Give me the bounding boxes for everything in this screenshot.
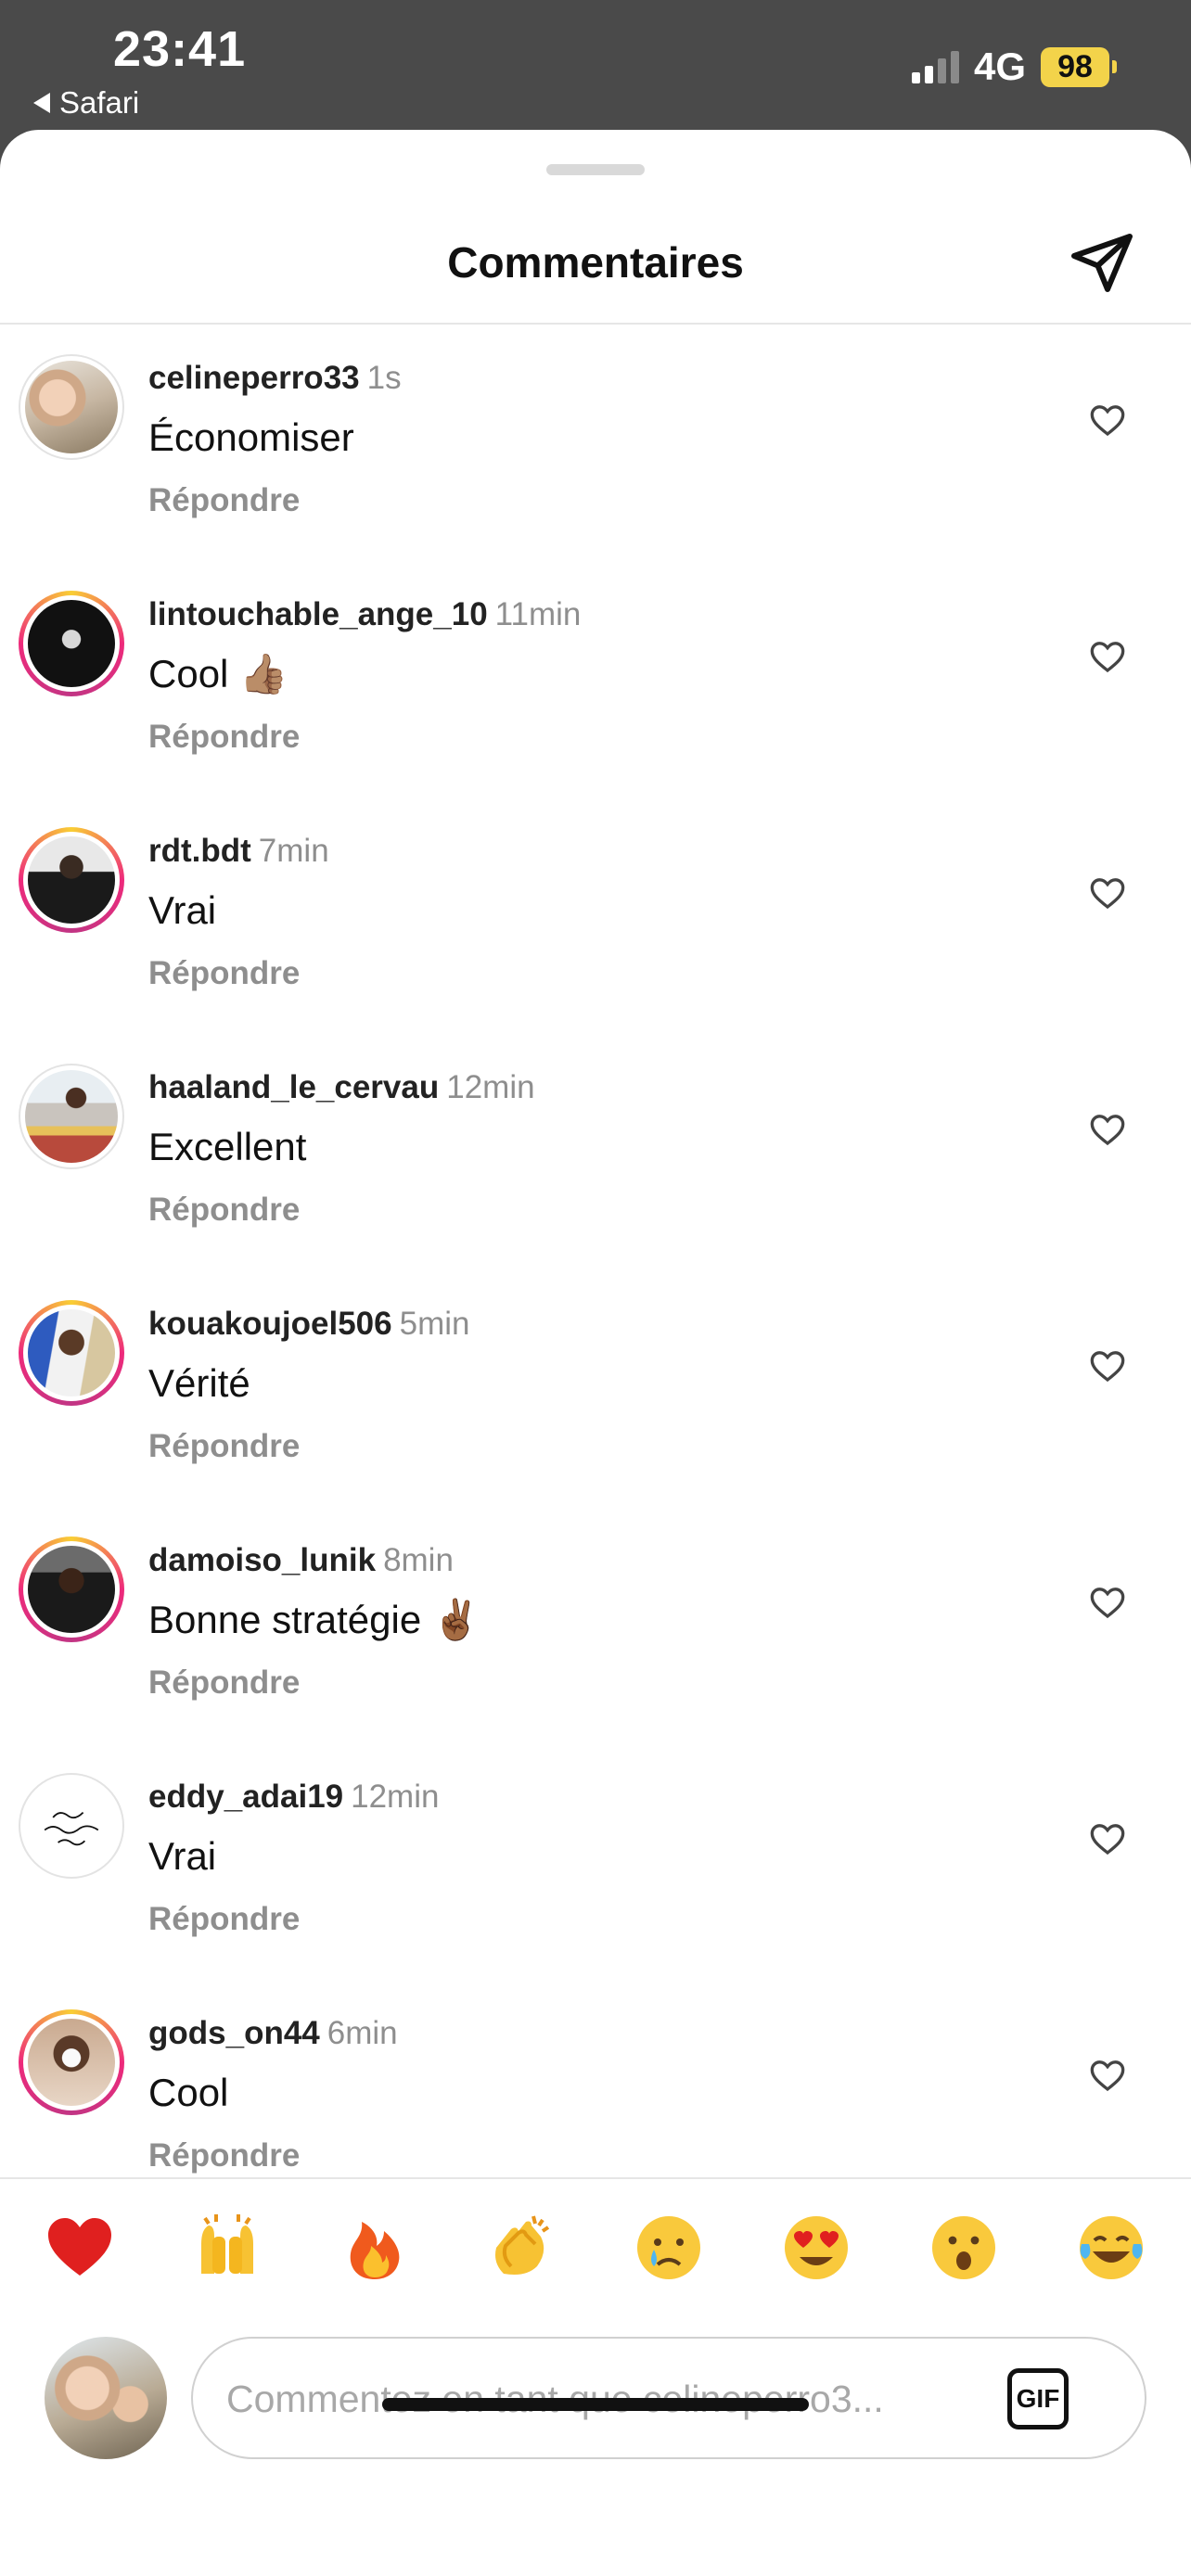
reply-button[interactable]: Répondre [148, 955, 300, 992]
like-heart-icon[interactable] [1089, 1821, 1126, 1856]
comment-text: Vrai [148, 888, 217, 932]
comment-avatar[interactable] [19, 1537, 124, 1642]
fire-emoji[interactable] [338, 2211, 412, 2285]
raising-hands-emoji[interactable] [190, 2211, 264, 2285]
comment-item: damoiso_lunik 8min Bonne stratégie ✌🏾 Rép… [0, 1509, 1191, 1745]
network-type: 4G [973, 45, 1026, 88]
like-heart-icon[interactable] [1089, 1348, 1126, 1384]
like-heart-icon[interactable] [1089, 2058, 1126, 2093]
reply-button[interactable]: Répondre [148, 2137, 300, 2174]
status-time: 23:41 [113, 21, 247, 77]
reply-button[interactable]: Répondre [148, 1901, 300, 1938]
comment-time: 8min [383, 1542, 454, 1578]
comment-item: celineperro33 1s Économiser Répondre [0, 326, 1191, 563]
status-bar: 23:41 Safari 4G 98 [0, 0, 1191, 130]
reply-button[interactable]: Répondre [148, 1192, 300, 1229]
comment-text: Vrai [148, 1834, 217, 1878]
comment-avatar[interactable] [19, 827, 124, 933]
reply-button[interactable]: Répondre [148, 1664, 300, 1702]
sheet-header: Commentaires [0, 204, 1191, 325]
heart-emoji[interactable] [43, 2211, 117, 2285]
comment-username[interactable]: gods_on44 [148, 2015, 320, 2051]
battery-level: 98 [1041, 46, 1109, 87]
comment-time: 5min [399, 1306, 470, 1342]
comment-username[interactable]: lintouchable_ange_10 [148, 596, 488, 632]
comment-item: kouakoujoel506 5min Vérité Répondre [0, 1272, 1191, 1509]
like-heart-icon[interactable] [1089, 1585, 1126, 1620]
comment-composer: Commentez en tant que celineperro3... GI… [0, 2316, 1191, 2465]
comment-avatar[interactable] [19, 1773, 124, 1879]
comment-avatar[interactable] [19, 2009, 124, 2115]
comment-avatar[interactable] [19, 1064, 124, 1169]
home-indicator[interactable] [382, 2398, 809, 2411]
comment-username[interactable]: kouakoujoel506 [148, 1306, 392, 1342]
current-user-avatar [45, 2337, 167, 2459]
comment-time: 11min [494, 596, 582, 632]
like-heart-icon[interactable] [1089, 402, 1126, 438]
comment-time: 12min [446, 1069, 535, 1105]
back-to-safari[interactable]: Safari [33, 85, 139, 121]
back-label: Safari [59, 85, 140, 120]
back-arrow-icon [33, 93, 50, 113]
comment-username[interactable]: celineperro33 [148, 360, 360, 396]
comment-text: Excellent [148, 1125, 307, 1168]
clapping-emoji[interactable] [485, 2211, 559, 2285]
heart-eyes-emoji[interactable] [779, 2211, 853, 2285]
script-logo-icon [44, 1811, 99, 1846]
comment-text: Vérité [148, 1361, 250, 1405]
comment-text: Bonne stratégie ✌🏾 [148, 1598, 481, 1641]
comments-list[interactable]: celineperro33 1s Économiser Répondre lint… [0, 326, 1191, 2190]
comment-item: rdt.bdt 7min Vrai Répondre [0, 799, 1191, 1036]
comments-sheet: Commentaires celineperro33 1s Économiser … [0, 130, 1191, 2576]
surprised-emoji[interactable] [927, 2211, 1001, 2285]
gif-button[interactable]: GIF [1007, 2368, 1069, 2429]
comment-text: Économiser [148, 415, 354, 459]
status-indicators: 4G 98 [911, 45, 1117, 89]
comment-item: haaland_le_cervau 12min Excellent Répondr… [0, 1036, 1191, 1272]
comment-text: Cool 👍🏽 [148, 652, 288, 695]
comment-avatar[interactable] [19, 1300, 124, 1406]
comment-text: Cool [148, 2071, 229, 2114]
reply-button[interactable]: Répondre [148, 482, 300, 519]
comment-time: 7min [258, 833, 329, 869]
emoji-quick-bar [0, 2177, 1191, 2316]
comment-time: 6min [327, 2015, 398, 2051]
sheet-title: Commentaires [447, 238, 744, 287]
comment-item: lintouchable_ange_10 11min Cool 👍🏽 Répond… [0, 563, 1191, 799]
like-heart-icon[interactable] [1089, 1112, 1126, 1147]
reply-button[interactable]: Répondre [148, 719, 300, 756]
like-heart-icon[interactable] [1089, 639, 1126, 674]
like-heart-icon[interactable] [1089, 875, 1126, 911]
send-icon[interactable] [1069, 228, 1135, 295]
comment-username[interactable]: damoiso_lunik [148, 1542, 376, 1578]
crying-emoji[interactable] [632, 2211, 706, 2285]
comment-time: 1s [366, 360, 402, 396]
comment-item: eddy_adai19 12min Vrai Répondre [0, 1745, 1191, 1982]
battery-icon: 98 [1041, 46, 1117, 87]
comment-time: 12min [351, 1779, 440, 1815]
reply-button[interactable]: Répondre [148, 1428, 300, 1465]
comment-avatar[interactable] [19, 591, 124, 696]
signal-icon [911, 50, 959, 83]
comment-item: gods_on44 6min Cool Répondre [0, 1982, 1191, 2190]
comment-username[interactable]: rdt.bdt [148, 833, 251, 869]
comment-username[interactable]: eddy_adai19 [148, 1779, 343, 1815]
comment-avatar[interactable] [19, 354, 124, 460]
tears-of-joy-emoji[interactable] [1074, 2211, 1148, 2285]
comment-username[interactable]: haaland_le_cervau [148, 1069, 439, 1105]
sheet-grabber[interactable] [546, 164, 645, 175]
